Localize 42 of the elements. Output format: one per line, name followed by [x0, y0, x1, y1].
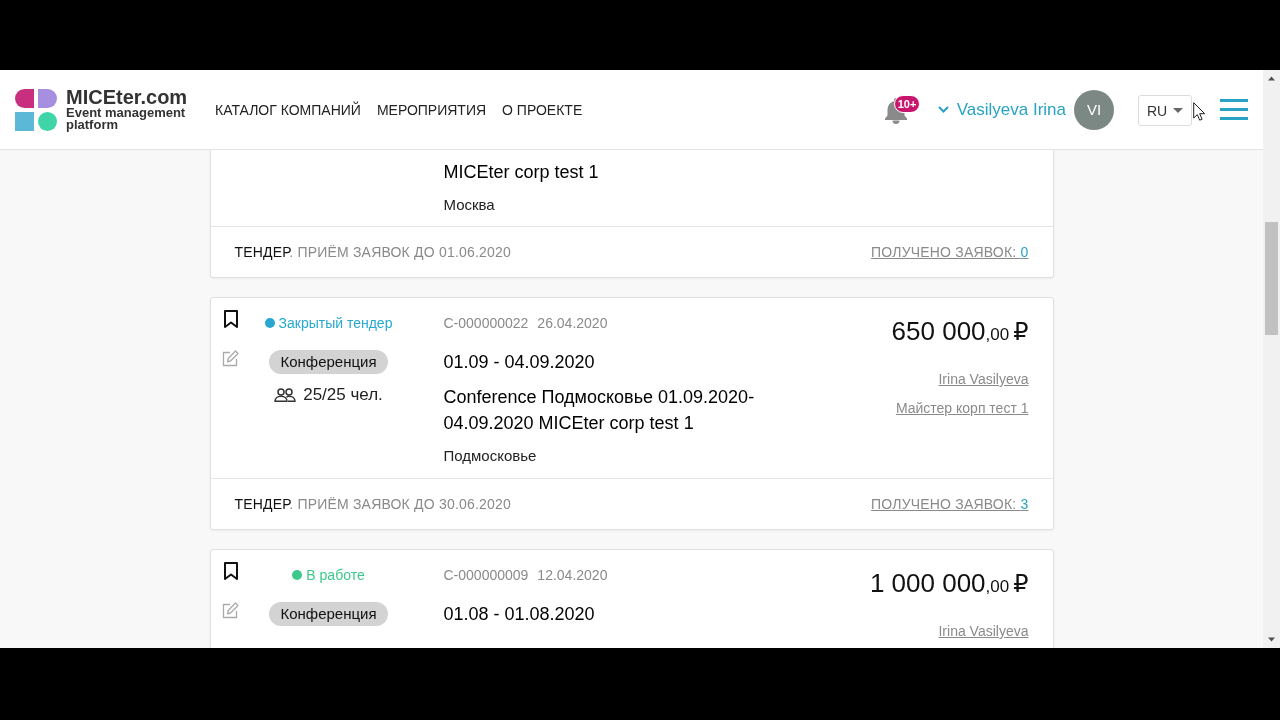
- profile-link[interactable]: Майстер корп тест 1: [895, 398, 1029, 418]
- status-label: В работе: [306, 566, 365, 585]
- tender-deadline: ТЕНДЕР. ПРИЁМ ЗАЯВОК ДО 30.06.2020: [234, 496, 511, 512]
- scrollbar-thumb[interactable]: [1265, 222, 1278, 335]
- language-select[interactable]: RU: [1138, 95, 1192, 126]
- nav-link[interactable]: О ПРОЕКТЕ: [502, 101, 583, 118]
- event-created-date: 26.04.2020: [537, 314, 608, 333]
- profile-link[interactable]: Irina Vasilyeva: [938, 369, 1029, 389]
- bookmark-icon[interactable]: [222, 310, 239, 328]
- logo-icon[interactable]: [15, 88, 57, 131]
- participants-count: 25/25 чел.: [303, 384, 383, 406]
- status-label: Закрытый тендер: [278, 314, 393, 333]
- event-created-date: 12.04.2020: [537, 566, 608, 585]
- brand-tagline: Event management platform: [66, 107, 187, 131]
- category-tag: Конференция: [269, 602, 388, 626]
- tender-deadline: ТЕНДЕР. ПРИЁМ ЗАЯВОК ДО 01.06.2020: [234, 244, 511, 260]
- mouse-cursor-icon: [1193, 102, 1206, 121]
- applications-link[interactable]: ПОЛУЧЕНО ЗАЯВОК: 0: [871, 244, 1029, 260]
- nav-link[interactable]: КАТАЛОГ КОМПАНИЙ: [215, 101, 361, 118]
- event-code: C-000000022: [443, 314, 529, 333]
- brand-name[interactable]: MICEter.com: [66, 88, 198, 106]
- applications-link[interactable]: ПОЛУЧЕНО ЗАЯВОК: 3: [871, 496, 1029, 512]
- bookmark-icon[interactable]: [222, 562, 239, 580]
- event-dates: 01.09 - 04.09.2020: [443, 351, 596, 374]
- user-avatar[interactable]: VI: [1074, 89, 1114, 130]
- event-location: Подмосковье: [443, 446, 538, 466]
- category-tag: Конференция: [269, 350, 388, 374]
- event-title[interactable]: MICEter corp test 1: [443, 159, 762, 185]
- event-dates: 01.08 - 01.08.2020: [443, 603, 596, 626]
- caret-down-icon: [1173, 108, 1184, 113]
- event-price: 650 000,00 ₽: [891, 315, 1029, 348]
- notification-badge: 10+: [893, 94, 921, 113]
- chevron-down-icon: [937, 106, 949, 113]
- nav-link[interactable]: МЕРОПРИЯТИЯ: [376, 101, 487, 118]
- event-location: Москва: [443, 195, 496, 215]
- menu-icon[interactable]: [1220, 99, 1248, 120]
- event-price: 1 000 000,00 ₽: [869, 567, 1029, 600]
- event-title[interactable]: Conference Подмосковье 01.09.2020-04.09.2020 MICEter corp test 1: [443, 384, 762, 436]
- event-code: C-000000009: [443, 566, 529, 585]
- scrollbar[interactable]: [1263, 70, 1280, 648]
- people-icon: [274, 388, 297, 402]
- profile-link[interactable]: Irina Vasilyeva: [938, 621, 1029, 641]
